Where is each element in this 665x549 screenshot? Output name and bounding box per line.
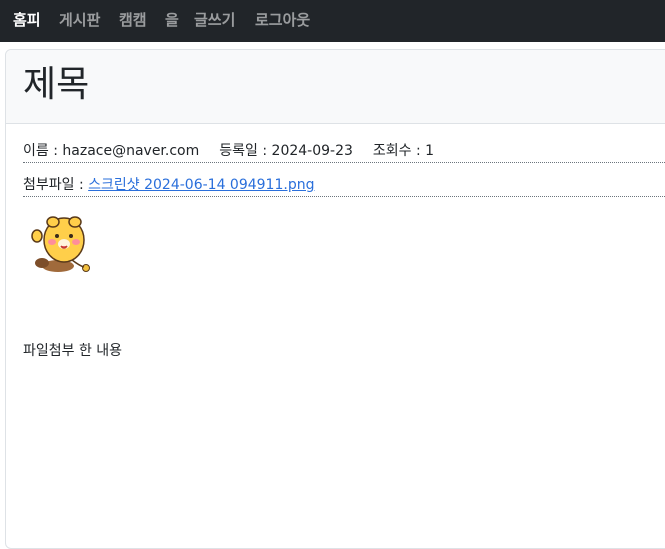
- post-title: 제목: [23, 64, 90, 105]
- post-header: 제목: [6, 50, 665, 124]
- post-meta-row: 이름 : hazace@naver.com 등록일 : 2024-09-23 조회수…: [23, 140, 665, 163]
- nav-logout[interactable]: 로그아웃: [255, 10, 310, 30]
- attachment-label: 첨부파일 :: [23, 177, 89, 193]
- author-email: hazace@naver.com: [62, 143, 200, 159]
- name-label: 이름 :: [23, 143, 63, 159]
- nav-write[interactable]: 글쓰기: [194, 10, 235, 30]
- attachment-row: 첨부파일 : 스크린샷 2024-06-14 094911.png: [23, 174, 665, 197]
- nav-camcam[interactable]: 캠캠: [119, 10, 147, 30]
- post-card: 제목 이름 : hazace@naver.com 등록일 : 2024-09-23…: [5, 49, 665, 549]
- view-count: 1: [425, 143, 435, 159]
- top-navbar: 홈피 게시판 캠캠 을 글쓰기 로그아웃: [0, 0, 665, 42]
- nav-eul[interactable]: 을: [165, 10, 179, 30]
- views-label: 조회수 :: [372, 143, 426, 159]
- date-label: 등록일 :: [219, 143, 272, 159]
- nav-home[interactable]: 홈피: [13, 10, 41, 30]
- attachment-link[interactable]: 스크린샷 2024-06-14 094911.png: [88, 177, 314, 193]
- attached-image: [31, 216, 90, 272]
- nav-board[interactable]: 게시판: [59, 10, 100, 30]
- post-date: 2024-09-23: [271, 143, 353, 159]
- post-content: 파일첨부 한 내용: [23, 343, 123, 359]
